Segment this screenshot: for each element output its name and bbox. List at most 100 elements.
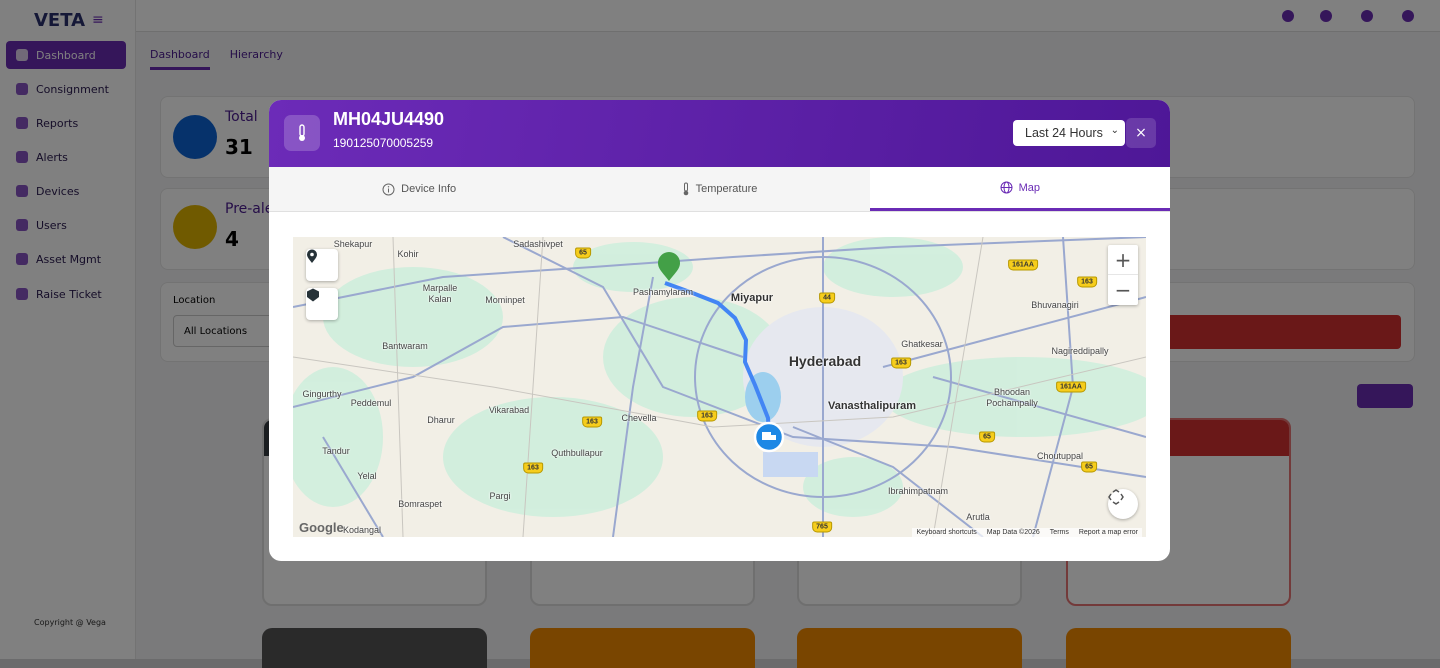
sidebar-item-raise-ticket[interactable]: Raise Ticket — [6, 280, 126, 308]
menu-icon[interactable]: ≡ — [92, 12, 104, 28]
chevron-down-icon: ⌄ — [1110, 125, 1119, 136]
report-icon — [16, 117, 28, 129]
warning-icon — [173, 205, 217, 249]
user-avatar-icon[interactable] — [1402, 10, 1414, 22]
map-label: Choutuppal — [1036, 451, 1084, 461]
map-label: Kohir — [397, 249, 419, 259]
highway-shield: 161AA — [1008, 259, 1038, 271]
sidebar-item-asset-mgmt[interactable]: Asset Mgmt — [6, 245, 126, 273]
tab-label: Map — [1018, 181, 1041, 194]
map-data-text: Map Data ©2026 — [986, 529, 1040, 536]
time-range-value: Last 24 Hours — [1025, 126, 1103, 140]
tab-dashboard[interactable]: Dashboard — [150, 48, 210, 70]
truck-icon[interactable] — [1320, 10, 1332, 22]
map-label: Arutla — [966, 512, 990, 522]
total-icon — [173, 115, 217, 159]
total-value: 31 — [225, 135, 253, 159]
add-icon[interactable] — [1282, 10, 1294, 22]
fullscreen-button[interactable] — [1108, 489, 1138, 519]
sidebar-item-label: Asset Mgmt — [36, 252, 102, 266]
fullscreen-icon — [1108, 489, 1124, 505]
map-label: Vikarabad — [488, 405, 530, 415]
map-label: Shekapur — [333, 239, 373, 249]
geofence-button[interactable] — [306, 288, 338, 320]
tab-label: Temperature — [695, 183, 758, 195]
device-card[interactable] — [530, 628, 755, 668]
sidebar-item-alerts[interactable]: Alerts — [6, 143, 126, 171]
zoom-out-button[interactable]: − — [1108, 275, 1138, 305]
device-card[interactable] — [1066, 628, 1291, 668]
map-label: Mominpet — [485, 295, 525, 305]
sidebar-item-reports[interactable]: Reports — [6, 109, 126, 137]
sidebar-item-consignment[interactable]: Consignment — [6, 75, 126, 103]
map-label: Miyapur — [730, 292, 774, 304]
device-card[interactable] — [262, 628, 487, 668]
sidebar-item-devices[interactable]: Devices — [6, 177, 126, 205]
tab-temperature[interactable]: Temperature — [569, 167, 870, 211]
map-label: Tandur — [322, 446, 350, 456]
asset-icon — [16, 253, 28, 265]
search-button[interactable] — [1357, 384, 1413, 408]
map-label: Vanasthalipuram — [827, 400, 917, 412]
keyboard-shortcuts-link[interactable]: Keyboard shortcuts — [916, 529, 976, 536]
sidebar-item-label: Reports — [36, 116, 79, 130]
show-location-button[interactable] — [306, 249, 338, 281]
highway-shield: 65 — [979, 431, 995, 443]
location-pin-icon — [307, 249, 317, 263]
dashboard-icon — [16, 49, 28, 61]
globe-icon — [1000, 181, 1013, 194]
thermometer-icon — [683, 182, 688, 196]
sidebar-item-users[interactable]: Users — [6, 211, 126, 239]
truck-icon — [16, 83, 28, 95]
bell-icon[interactable] — [1361, 10, 1373, 22]
tab-map[interactable]: Map — [869, 167, 1170, 211]
google-logo: Google — [299, 520, 344, 535]
map-label: Bhuvanagiri — [1031, 300, 1079, 310]
sidebar-item-label: Alerts — [36, 150, 68, 164]
terms-link[interactable]: Terms — [1050, 529, 1069, 536]
location-label: Location — [173, 295, 216, 306]
bell-icon — [16, 151, 28, 163]
map-label: Dharur — [427, 415, 455, 425]
highway-shield: 161AA — [1056, 381, 1086, 393]
sidebar-item-label: Dashboard — [36, 48, 96, 62]
map-label: Yelal — [357, 471, 377, 481]
map-attribution: Keyboard shortcuts Map Data ©2026 Terms … — [912, 528, 1142, 537]
map-view[interactable]: Shekapur Kohir Marpalle Kalan Mominpet S… — [293, 237, 1146, 537]
tab-device-info[interactable]: Device Info — [269, 167, 570, 211]
close-button[interactable]: × — [1126, 118, 1156, 148]
device-card[interactable] — [797, 628, 1022, 668]
users-icon — [16, 219, 28, 231]
highway-shield: 65 — [1081, 461, 1097, 473]
topbar — [136, 0, 1440, 32]
modal-header: MH04JU4490 190125070005259 Last 24 Hours… — [269, 100, 1170, 167]
tab-hierarchy[interactable]: Hierarchy — [230, 48, 283, 70]
truck-marker-icon[interactable] — [753, 421, 785, 453]
report-map-error-link[interactable]: Report a map error — [1079, 529, 1138, 536]
device-icon — [16, 185, 28, 197]
map-label: Pashamylaram — [632, 287, 694, 297]
map-label: Pargi — [489, 491, 511, 501]
modal-subtitle: 190125070005259 — [333, 136, 434, 150]
highway-shield: 163 — [697, 410, 717, 422]
prealert-value: 4 — [225, 227, 239, 251]
highway-shield: 765 — [812, 521, 832, 533]
highway-shield: 65 — [575, 247, 591, 259]
map-label: Sadashivpet — [513, 239, 563, 249]
info-icon — [382, 183, 395, 195]
sidebar-item-dashboard[interactable]: Dashboard — [6, 41, 126, 69]
map-label: Ibrahimpatnam — [887, 486, 949, 496]
sidebar-item-label: Users — [36, 218, 67, 232]
highway-shield: 163 — [523, 462, 543, 474]
sidebar-item-label: Raise Ticket — [36, 287, 102, 301]
highway-shield: 44 — [819, 292, 835, 304]
map-label: Marpalle Kalan — [422, 283, 458, 304]
highway-shield: 163 — [582, 416, 602, 428]
zoom-in-button[interactable]: + — [1108, 245, 1138, 275]
time-range-select[interactable]: Last 24 Hours ⌄ — [1013, 120, 1125, 146]
thermometer-icon — [284, 115, 320, 151]
tab-label: Device Info — [401, 183, 457, 195]
highway-shield: 163 — [891, 357, 911, 369]
map-label: Chevella — [621, 413, 657, 423]
map-label: Bantwaram — [382, 341, 428, 351]
